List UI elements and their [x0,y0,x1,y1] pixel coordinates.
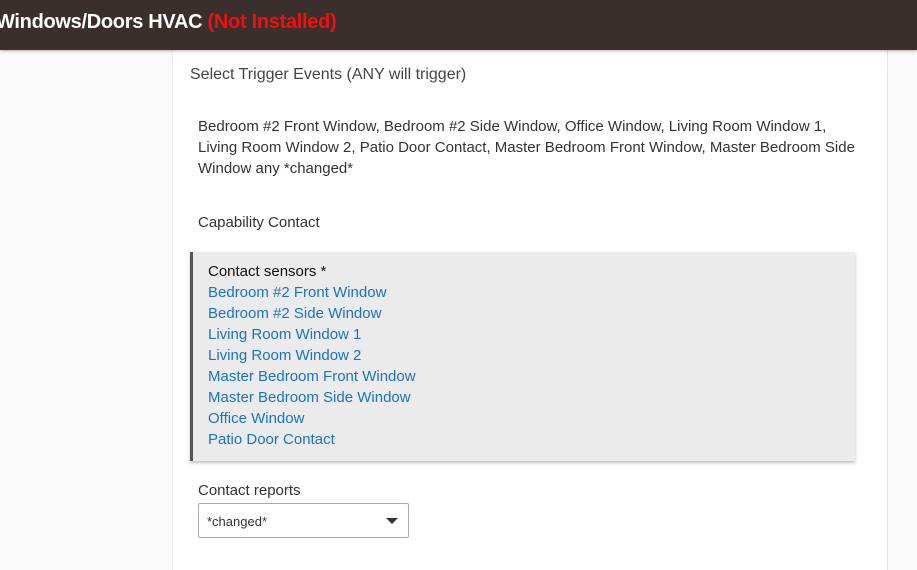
app-name: Windows/Doors HVAC [0,11,203,33]
trigger-description[interactable]: Bedroom #2 Front Window, Bedroom #2 Side… [198,116,868,179]
section-title: Select Trigger Events (ANY will trigger) [190,66,467,83]
install-status: (Not Installed) [207,11,337,33]
capability-label[interactable]: Capability Contact [198,214,320,231]
page-title: Windows/Doors HVAC (Not Installed) [0,11,337,34]
sensor-link[interactable]: Bedroom #2 Front Window [208,282,855,303]
contact-sensors-selector[interactable]: Contact sensors * Bedroom #2 Front Windo… [190,252,855,461]
sensor-link[interactable]: Master Bedroom Side Window [208,387,855,408]
dropdown-arrow-icon [386,518,398,524]
sensor-link[interactable]: Bedroom #2 Side Window [208,303,855,324]
contact-reports-label: Contact reports [198,482,301,499]
settings-card: Select Trigger Events (ANY will trigger)… [172,50,888,570]
selected-value: *changed* [207,514,267,529]
contact-sensors-label: Contact sensors * [208,263,327,280]
sensor-link[interactable]: Living Room Window 2 [208,345,855,366]
contact-reports-select[interactable]: *changed* [198,503,409,538]
sensor-link[interactable]: Office Window [208,408,855,429]
app-header: Windows/Doors HVAC (Not Installed) [0,0,917,50]
sensor-link[interactable]: Master Bedroom Front Window [208,366,855,387]
sensor-link[interactable]: Living Room Window 1 [208,324,855,345]
sensor-link[interactable]: Patio Door Contact [208,429,855,450]
